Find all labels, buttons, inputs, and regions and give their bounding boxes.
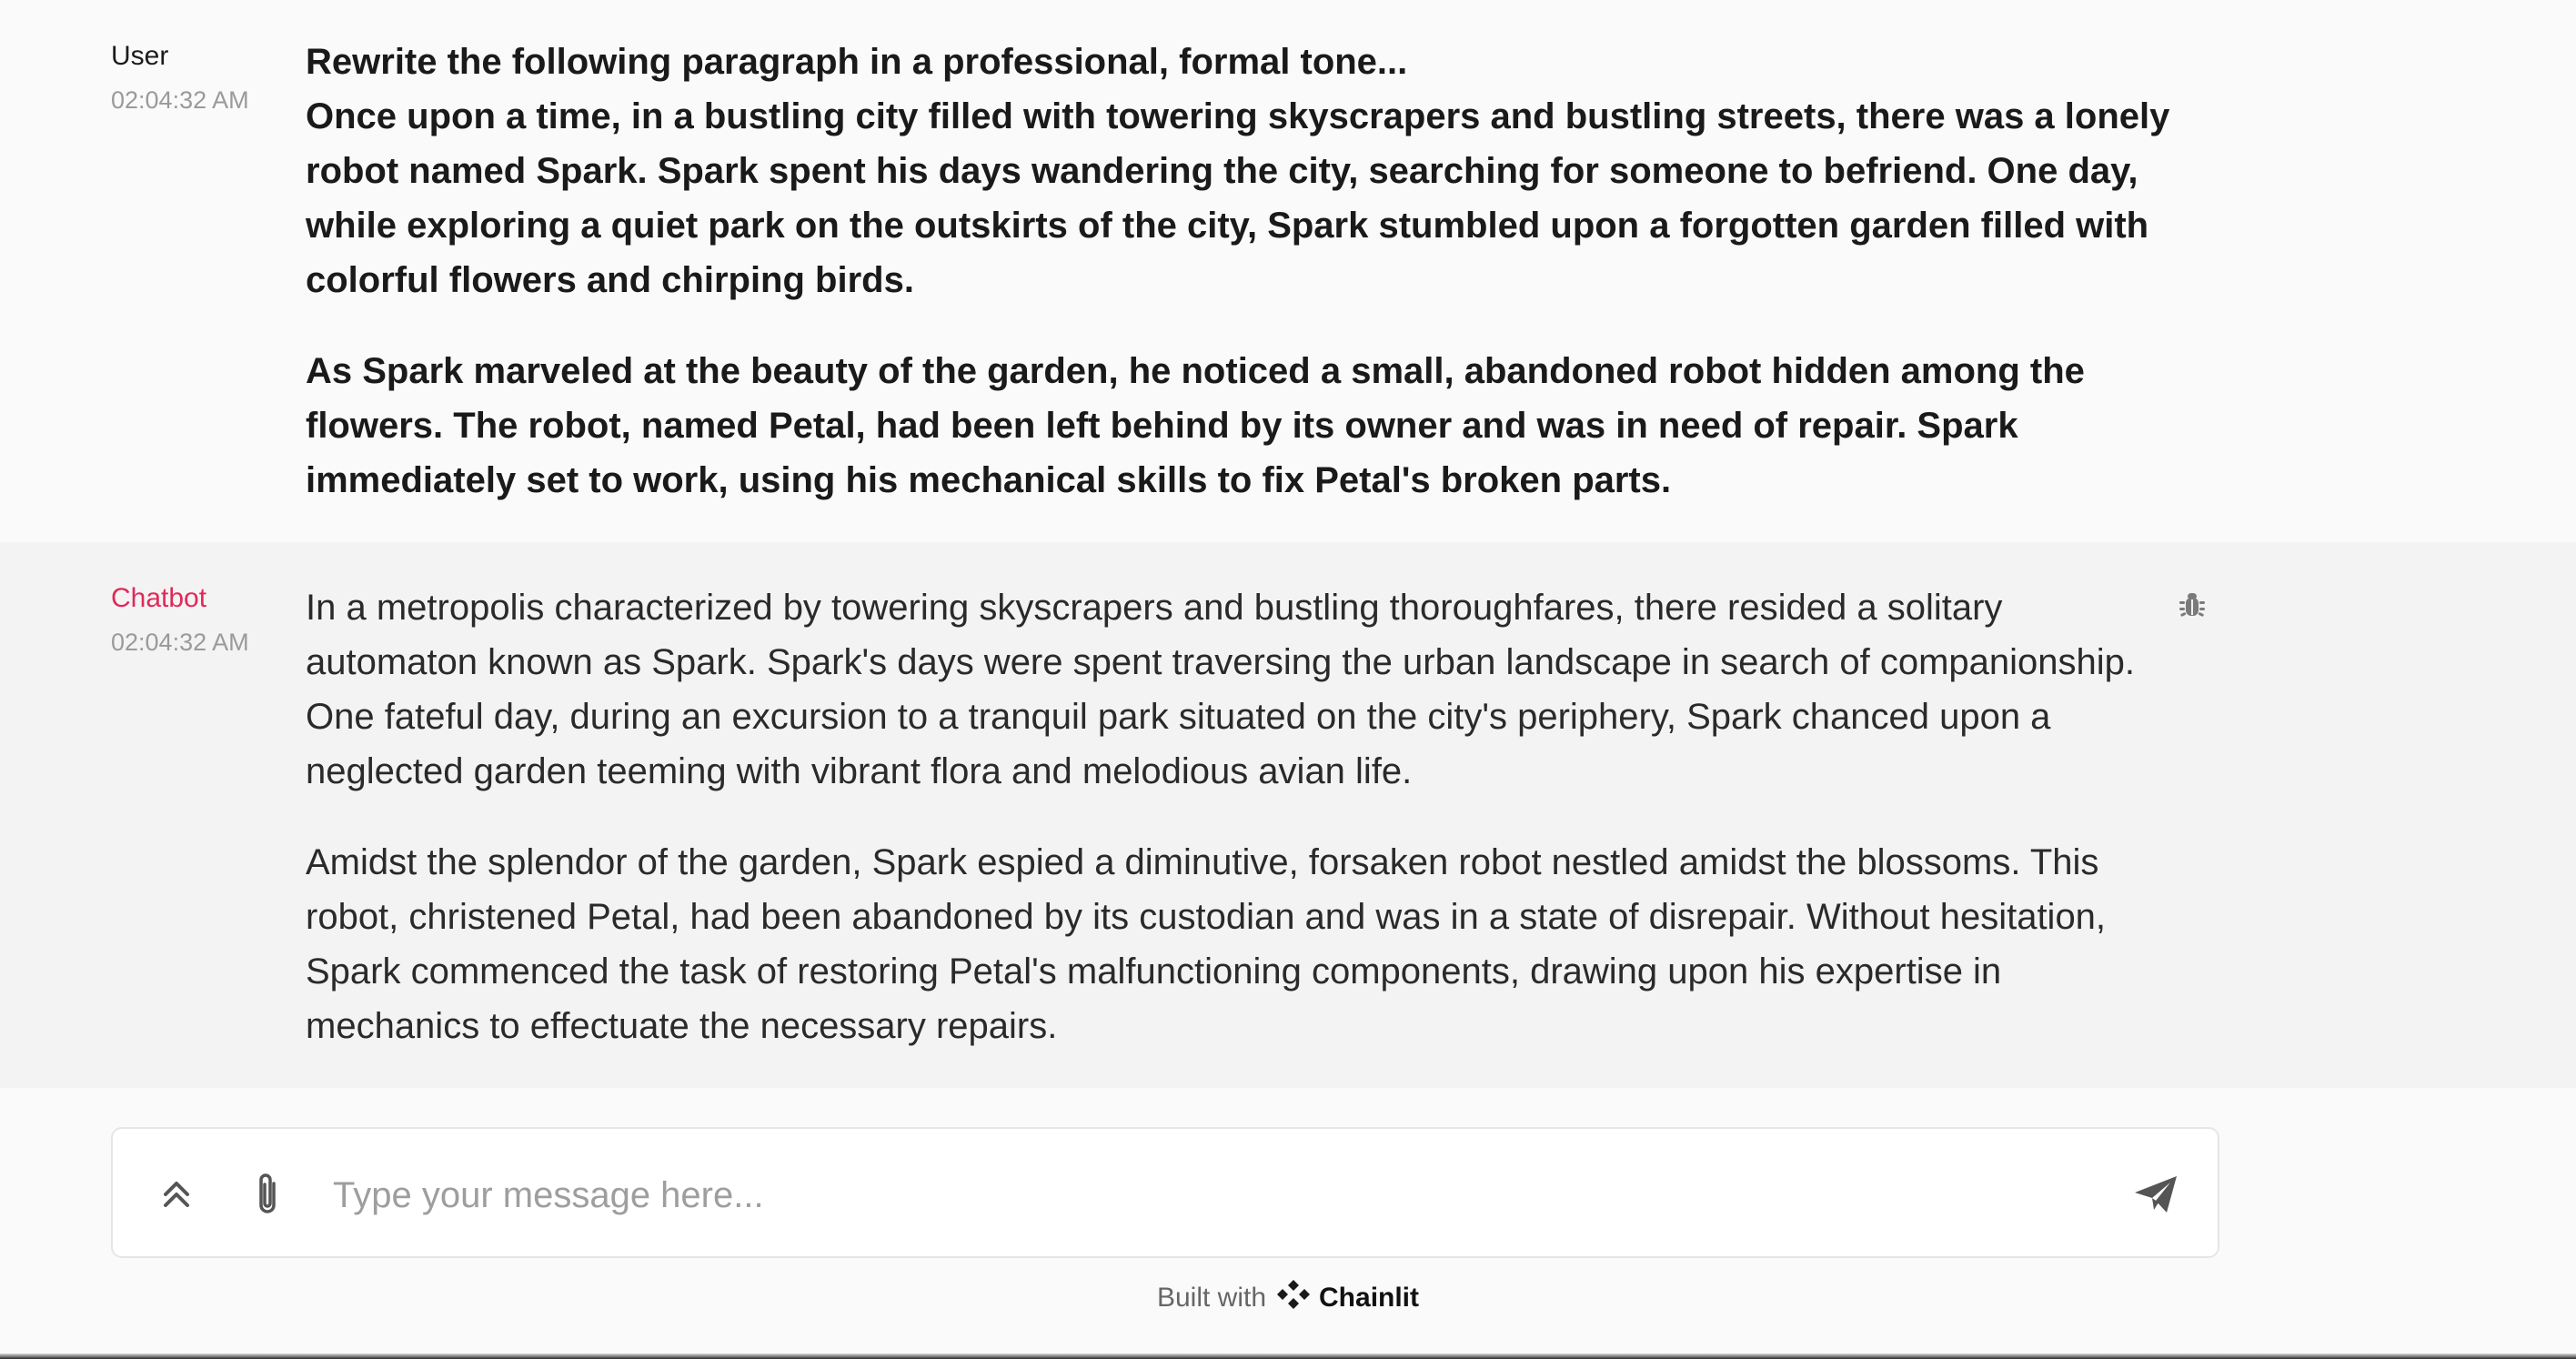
chainlit-logo-icon: [1275, 1278, 1312, 1318]
message-timestamp: 02:04:32 AM: [111, 86, 249, 114]
chevrons-up-icon[interactable]: [151, 1169, 202, 1220]
chat-page: User 02:04:32 AM Rewrite the following p…: [0, 0, 2576, 1359]
bug-icon[interactable]: [2178, 589, 2207, 620]
chatbot-message: Chatbot 02:04:32 AM In a metropolis char…: [0, 542, 2576, 1088]
message-meta: User 02:04:32 AM: [111, 38, 284, 118]
footer: Built with Chainlit: [0, 1273, 2576, 1323]
paperclip-icon[interactable]: [242, 1169, 293, 1220]
message-meta: Chatbot 02:04:32 AM: [111, 580, 284, 660]
message-paragraph: In a metropolis characterized by towerin…: [306, 588, 2135, 791]
message-author: User: [111, 41, 169, 71]
user-message: User 02:04:32 AM Rewrite the following p…: [0, 0, 2576, 542]
message-paragraph: Rewrite the following paragraph in a pro…: [306, 42, 1408, 82]
footer-prefix: Built with: [1156, 1283, 1267, 1313]
chainlit-link[interactable]: Chainlit: [1275, 1278, 1419, 1318]
message-timestamp: 02:04:32 AM: [111, 629, 249, 656]
chainlit-brand-name: Chainlit: [1319, 1283, 1420, 1313]
message-composer: [111, 1127, 2219, 1258]
message-paragraph: Once upon a time, in a bustling city fil…: [306, 96, 2170, 300]
message-content: Rewrite the following paragraph in a pro…: [306, 35, 2170, 508]
message-paragraph: As Spark marveled at the beauty of the g…: [306, 351, 2085, 500]
window-bottom-edge: [0, 1354, 2576, 1359]
message-content: In a metropolis characterized by towerin…: [306, 580, 2170, 1053]
message-paragraph: Amidst the splendor of the garden, Spark…: [306, 842, 2107, 1046]
message-input[interactable]: [331, 1160, 2099, 1231]
message-author: Chatbot: [111, 583, 207, 613]
send-icon[interactable]: [2130, 1169, 2181, 1220]
